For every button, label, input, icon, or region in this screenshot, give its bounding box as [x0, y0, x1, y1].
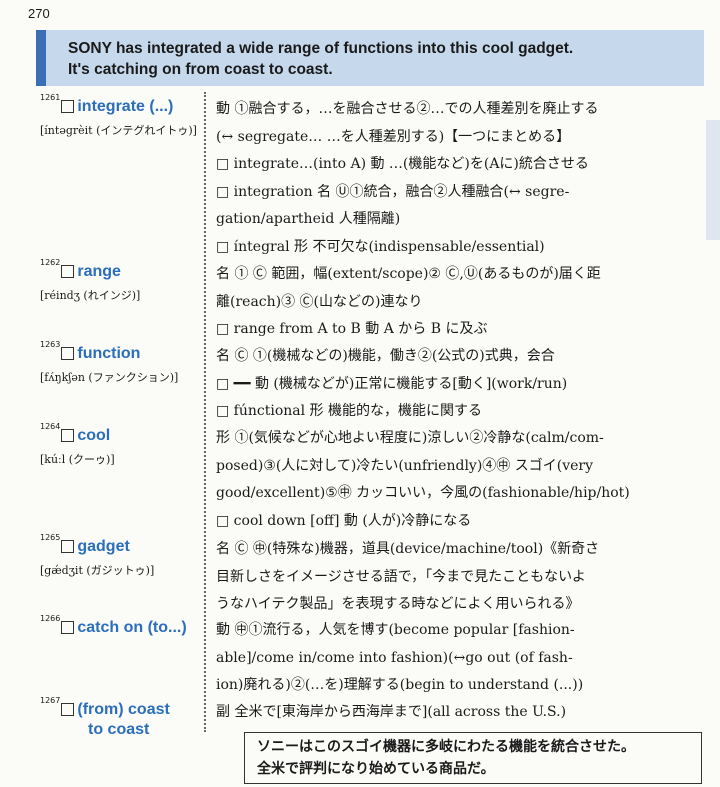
headword: gadget	[77, 538, 130, 555]
pronunciation: [íntəgrèit (インテグれイトゥ)]	[40, 124, 197, 137]
definition-line: 離(reach)③ Ⓒ(山などの)連なり	[216, 293, 423, 310]
checkbox[interactable]	[61, 703, 75, 716]
definition-line: (↔ segregate… …を人種差別する)【一つにまとめる】	[216, 128, 571, 145]
definition-line: □ fúnctional 形 機能的な，機能に関する	[216, 403, 483, 419]
definition-line: ion)廃れる)②(…を)理解する(begin to understand (.…	[216, 677, 584, 693]
definition-line: □ integration 名 Ⓤ①統合，融合②人種融合(↔ segre-	[216, 183, 570, 200]
checkbox[interactable]	[61, 540, 75, 553]
definition-line: 目新しさをイメージさせる語で，「今まで見たこともないよ	[216, 568, 586, 585]
definition-line: うなハイテク製品」を表現する時などによく用いられる》	[216, 596, 580, 612]
definition-line: 動 ①融合する，…を融合させる②…での人種差別を廃止する	[216, 101, 599, 117]
translation-box: ソニーはこのスゴイ機器に多岐にわたる機能を統合させた。 全米で評判になり始めてい…	[244, 732, 702, 784]
definition-line: 名 Ⓒ ㊥(特殊な)機器，道具(device/machine/tool)《新奇さ	[216, 541, 600, 557]
definition-line: 動 ㊥①流行る，人気を博す(become popular [fashion-	[216, 622, 575, 638]
pronunciation: [kúːl (クーゥ)]	[40, 453, 115, 466]
headword: range	[77, 263, 121, 280]
checkbox[interactable]	[61, 100, 75, 113]
headword: cool	[77, 427, 111, 444]
checkbox[interactable]	[61, 347, 75, 360]
headword: function	[77, 345, 141, 362]
header-banner: SONY has integrated a wide range of func…	[36, 30, 704, 86]
definition-line: □ integrate…(into A) 動 …(機能など)を(Aに)統合させる	[216, 156, 589, 172]
entry-number: 1262	[40, 258, 61, 267]
checkbox[interactable]	[61, 265, 75, 278]
definition-line: □ cool down [off] 動 (人が)冷静になる	[216, 512, 472, 529]
entry-number: 1265	[40, 533, 61, 542]
definition-line: 名 ① Ⓒ 範囲，幅(extent/scope)② Ⓒ,Ⓤ(あるものが)届く距	[216, 266, 601, 282]
definition-line: good/excellent)⑤㊥ カッコいい，今風の(fashionable/…	[216, 485, 630, 501]
definition-line: 副 全米で[東海岸から西海岸まで](all across the U.S.)	[216, 704, 567, 720]
pronunciation: [réindʒ (れインジ)]	[40, 289, 141, 302]
header-line-1: SONY has integrated a wide range of func…	[68, 40, 574, 57]
definition-line: □ ━━ 動 (機械などが)正常に機能する[動く](work/run)	[216, 375, 568, 392]
page-number: 270	[28, 6, 50, 21]
definition-line: 名 Ⓒ ①(機械などの)機能，働き②(公式の)式典，会合	[216, 348, 555, 364]
entry-number: 1266	[40, 614, 61, 623]
definition-line: posed)③(人に対して)冷たい(unfriendly)④㊥ スゴイ(very	[216, 457, 594, 474]
checkbox[interactable]	[61, 429, 75, 442]
pronunciation: [gǽdʒit (ガジットゥ)]	[40, 564, 155, 577]
headword: integrate (...)	[77, 98, 174, 115]
definition-line: 形 ①(気候などが心地よい程度に)涼しい②冷静な(calm/com-	[216, 430, 604, 446]
entry-number: 1267	[40, 696, 61, 705]
definition-line: □ íntegral 形 不可欠な(indispensable/essentia…	[216, 238, 545, 255]
header-line-2: It's catching on from coast to coast.	[68, 61, 333, 78]
header-text: SONY has integrated a wide range of func…	[68, 38, 573, 80]
definition-line: gation/apartheid 人種隔離)	[216, 211, 401, 227]
translation-line-1: ソニーはこのスゴイ機器に多岐にわたる機能を統合させた。	[257, 739, 635, 755]
entry-number: 1261	[40, 93, 61, 102]
headword: catch on (to...)	[77, 619, 187, 636]
definition-line: □ range from A to B 動 A から B に及ぶ	[216, 321, 488, 337]
headword-continuation: to coast	[88, 721, 150, 738]
headword: (from) coast	[77, 701, 170, 718]
checkbox[interactable]	[61, 621, 75, 634]
pronunciation: [fʌ́ŋkʃən (ファンクション)]	[40, 371, 179, 384]
header-accent-bar	[36, 30, 46, 86]
definition-line: able]/come in/come into fashion)(↔go out…	[216, 649, 573, 666]
entry-number: 1264	[40, 422, 61, 431]
translation-line-2: 全米で評判になり始めている商品だ。	[257, 761, 495, 777]
page-side-edge	[706, 120, 720, 240]
entry-number: 1263	[40, 340, 61, 349]
